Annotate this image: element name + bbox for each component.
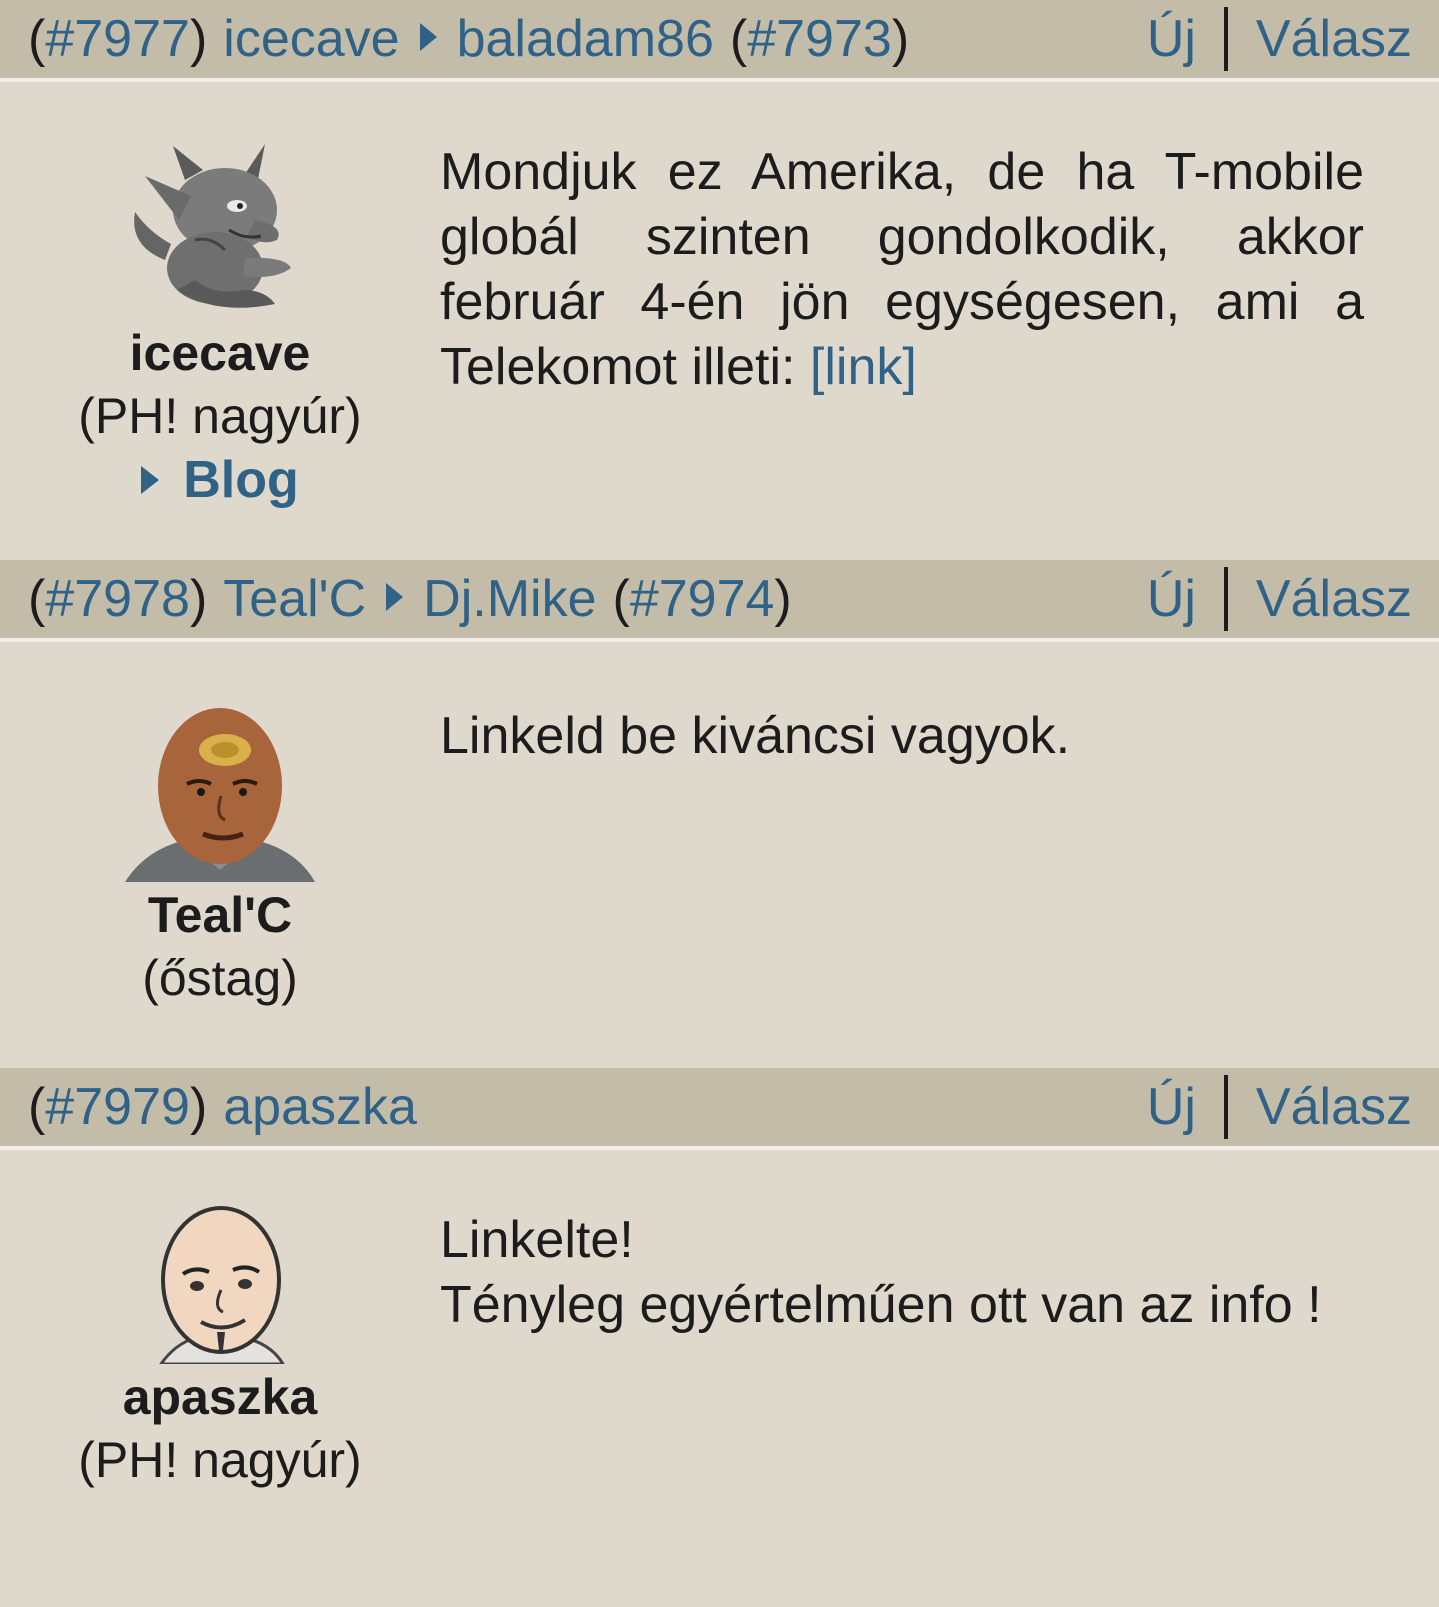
author-block: apaszka (PH! nagyúr)	[0, 1204, 440, 1590]
tealc-avatar-icon[interactable]	[125, 700, 315, 882]
post-header-left: (#7979) apaszka	[28, 1077, 417, 1137]
post-body: icecave (PH! nagyúr) Blog Mondjuk ez Ame…	[0, 82, 1439, 560]
new-button[interactable]: Új	[1147, 9, 1196, 69]
blog-link[interactable]: Blog	[141, 448, 299, 512]
blog-label: Blog	[183, 451, 299, 509]
post-number-link[interactable]: #7977	[45, 9, 190, 69]
new-button[interactable]: Új	[1147, 569, 1196, 629]
post-body: apaszka (PH! nagyúr) Linkelte! Tényleg e…	[0, 1150, 1439, 1590]
blog-arrow-icon	[141, 466, 160, 494]
reply-button[interactable]: Válasz	[1256, 9, 1412, 69]
reply-button[interactable]: Válasz	[1256, 1077, 1412, 1137]
post-text-line2: Tényleg egyértelműen ott van az info !	[440, 1276, 1322, 1334]
post-7978: (#7978) Teal'C Dj.Mike (#7974) Új Válasz	[0, 560, 1439, 1068]
post-7979: (#7979) apaszka Új Válasz apaszka (PH! n…	[0, 1068, 1439, 1590]
reply-button[interactable]: Válasz	[1256, 569, 1412, 629]
divider	[1223, 7, 1228, 71]
reply-arrow-icon	[419, 23, 437, 51]
post-content: Linkeld be kiváncsi vagyok.	[440, 704, 1364, 1068]
post-7977: (#7977) icecave baladam86 (#7973) Új Vál…	[0, 0, 1439, 560]
post-header-left: (#7978) Teal'C Dj.Mike (#7974)	[28, 569, 792, 629]
author-block: icecave (PH! nagyúr) Blog	[0, 140, 440, 560]
reply-to-user-link[interactable]: baladam86	[457, 9, 714, 69]
divider	[1223, 567, 1228, 631]
author-rank: (őstag)	[142, 950, 298, 1006]
author-rank: (PH! nagyúr)	[78, 388, 362, 444]
post-header: (#7977) icecave baladam86 (#7973) Új Vál…	[0, 0, 1439, 82]
author-link[interactable]: apaszka	[223, 1077, 417, 1137]
post-number-link[interactable]: #7978	[45, 569, 190, 629]
reply-to-post-link[interactable]: #7973	[747, 9, 892, 69]
author-rank: (PH! nagyúr)	[78, 1432, 362, 1488]
author-link[interactable]: Teal'C	[223, 569, 366, 629]
gargoyle-avatar-icon[interactable]	[125, 140, 315, 320]
post-actions: Új Válasz	[1147, 7, 1412, 71]
post-actions: Új Válasz	[1147, 567, 1412, 631]
post-body: Teal'C (őstag) Linkeld be kiváncsi vagyo…	[0, 642, 1439, 1068]
post-text-line1: Linkelte!	[440, 1211, 634, 1269]
post-header: (#7979) apaszka Új Válasz	[0, 1068, 1439, 1150]
reply-arrow-icon	[386, 583, 404, 611]
author-block: Teal'C (őstag)	[0, 700, 440, 1068]
post-header: (#7978) Teal'C Dj.Mike (#7974) Új Válasz	[0, 560, 1439, 642]
new-button[interactable]: Új	[1147, 1077, 1196, 1137]
divider	[1223, 1075, 1228, 1139]
post-header-left: (#7977) icecave baladam86 (#7973)	[28, 9, 910, 69]
author-link[interactable]: icecave	[223, 9, 399, 69]
post-content: Mondjuk ez Amerika, de ha T-mobile globá…	[440, 140, 1364, 560]
post-text: Linkeld be kiváncsi vagyok.	[440, 707, 1071, 765]
author-name[interactable]: icecave	[130, 322, 311, 384]
inline-link[interactable]: [link]	[810, 338, 917, 396]
bald-man-avatar-icon[interactable]	[125, 1204, 315, 1364]
author-name[interactable]: apaszka	[123, 1366, 318, 1428]
reply-to-user-link[interactable]: Dj.Mike	[423, 569, 596, 629]
author-name[interactable]: Teal'C	[148, 884, 292, 946]
reply-to-post-link[interactable]: #7974	[630, 569, 775, 629]
post-actions: Új Válasz	[1147, 1075, 1412, 1139]
post-content: Linkelte! Tényleg egyértelműen ott van a…	[440, 1208, 1364, 1590]
post-number-link[interactable]: #7979	[45, 1077, 190, 1137]
